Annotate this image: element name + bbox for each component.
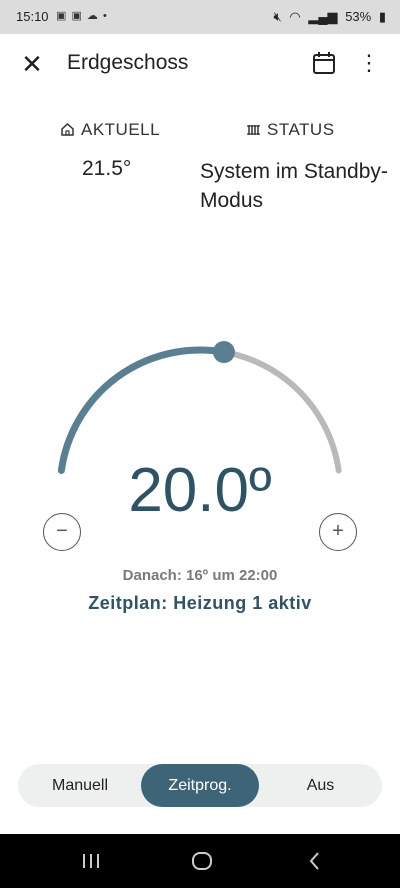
back-icon[interactable] (303, 849, 327, 873)
mode-selector: Manuell Zeitprog. Aus (18, 764, 382, 807)
status-bar: 15:10 ▣ ▣ ☁ • 🔇︎ ◠ ▂▄▆ 53% ▮ (0, 0, 400, 34)
status-label-text: STATUS (267, 120, 335, 139)
notification-icons: ▣ ▣ ☁ • (56, 10, 108, 22)
mute-icon: 🔇︎ (273, 9, 282, 24)
close-icon[interactable]: ✕ (18, 50, 46, 78)
decrease-button[interactable]: − (43, 513, 81, 551)
battery-percent: 53% (345, 9, 372, 24)
status-time: 15:10 (16, 9, 49, 24)
dial-knob[interactable] (212, 341, 235, 364)
system-nav-bar (0, 834, 400, 888)
mode-schedule[interactable]: Zeitprog. (141, 764, 259, 807)
current-label-text: AKTUELL (81, 120, 161, 139)
wifi-icon: ◠ (289, 9, 301, 24)
battery-icon: ▮ (378, 9, 386, 24)
status-value: System im Standby-Modus (200, 160, 388, 212)
mode-off[interactable]: Aus (259, 764, 382, 807)
next-change-text: Danach: 16º um 22:00 (122, 567, 278, 584)
calendar-icon[interactable] (311, 50, 337, 76)
dial-track (58, 347, 342, 474)
recent-apps-icon[interactable] (79, 849, 103, 873)
dial-progress (57, 346, 228, 475)
home-icon (60, 122, 75, 142)
more-vert-icon[interactable]: ⋮ (358, 50, 380, 76)
status-label: STATUS (246, 120, 335, 142)
status-right: 🔇︎ ◠ ▂▄▆ 53% ▮ (270, 9, 386, 25)
schedule-status[interactable]: Zeitplan: Heizung 1 aktiv (0, 593, 400, 614)
app-bar: ✕ Erdgeschoss ⋮ (0, 34, 400, 94)
current-temp-value: 21.5° (82, 157, 132, 180)
page-title: Erdgeschoss (67, 51, 189, 74)
radiator-icon (246, 122, 261, 142)
increase-button[interactable]: + (319, 513, 357, 551)
mode-manual[interactable]: Manuell (18, 764, 142, 807)
signal-icon: ▂▄▆ (308, 9, 338, 24)
current-temp-label: AKTUELL (60, 120, 160, 142)
home-button-icon[interactable] (190, 849, 214, 873)
